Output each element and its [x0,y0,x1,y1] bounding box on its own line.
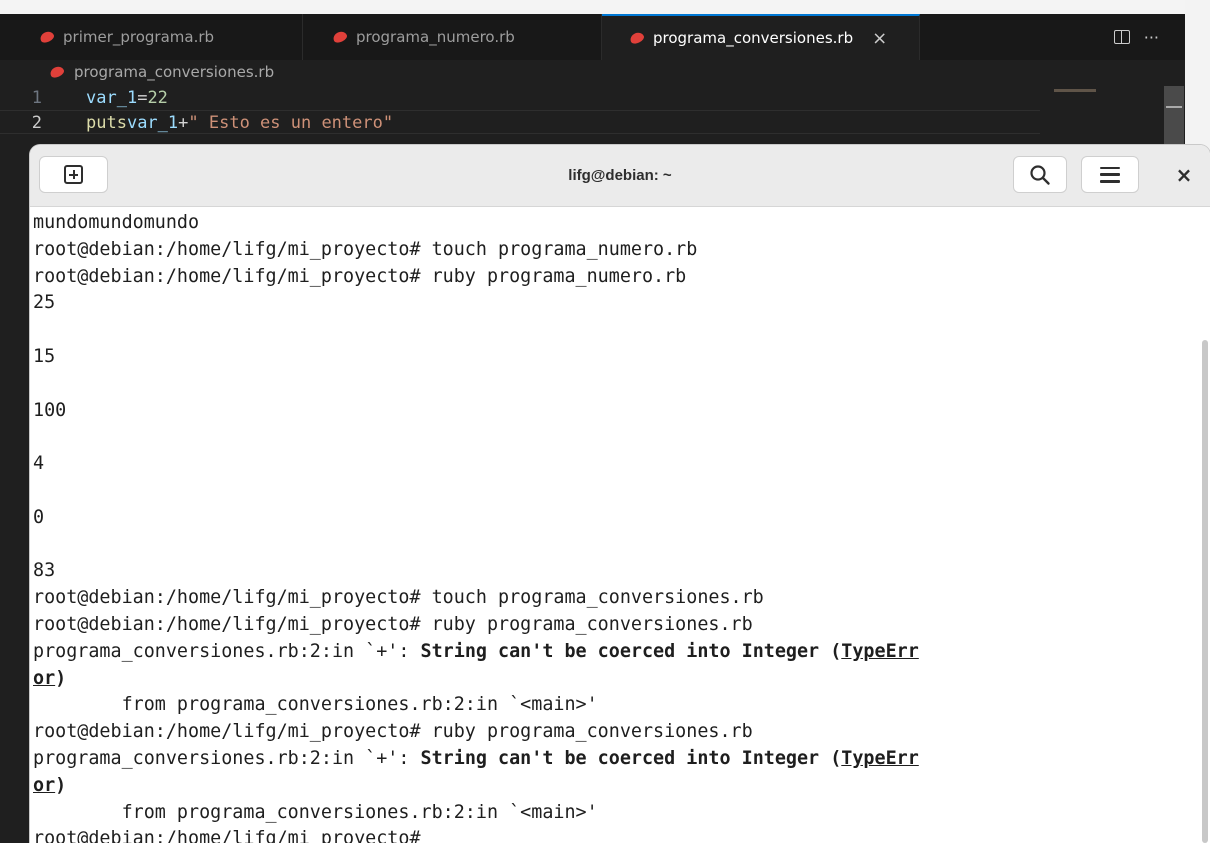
terminal-line: 0 [33,506,45,528]
terminal-line: root@debian:/home/lifg/mi_proyecto# touc… [33,587,764,609]
breadcrumb: programa_conversiones.rb [48,63,274,81]
menu-button[interactable] [1081,156,1139,193]
error-type: TypeErr [841,640,919,662]
error-message: String can't be coerced into Integer ( [420,747,842,769]
code-token-string: " Esto es un entero" [188,113,394,133]
code-area[interactable]: 1 var_1 = 22 2 puts var_1 + " Esto es un… [0,86,1040,134]
error-line: programa_conversiones.rb:2:in `+': Strin… [33,746,1203,773]
error-close-paren: ) [55,774,67,796]
terminal-line: 83 [33,560,56,582]
breadcrumb-file[interactable]: programa_conversiones.rb [74,63,274,81]
ruby-file-icon [48,64,66,80]
search-button[interactable] [1013,156,1067,193]
terminal-line: root@debian:/home/lifg/mi_proyecto# touc… [33,238,698,260]
new-tab-icon [64,165,83,184]
top-margin [0,0,1185,14]
tab-programa-numero[interactable]: programa_numero.rb [303,14,602,60]
tab-label: programa_conversiones.rb [653,29,854,47]
error-location: programa_conversiones.rb:2:in `+': [33,747,421,769]
ruby-file-icon [331,29,349,45]
error-trace-line: from programa_conversiones.rb:2:in `<mai… [33,801,598,823]
search-icon [1030,164,1050,185]
terminal-window: lifg@debian: ~ × mundomundomundo root@de… [30,145,1210,843]
tab-primer-programa[interactable]: primer_programa.rb [0,14,303,60]
code-token-variable: var_1 [86,88,138,108]
line-number: 1 [31,88,42,108]
terminal-scrollbar[interactable] [1202,340,1208,843]
error-type-wrap: or [33,774,56,796]
error-type: TypeErr [841,747,919,769]
tab-label: primer_programa.rb [63,28,215,46]
close-window-button[interactable]: × [1172,163,1196,187]
error-type-wrap: or [33,667,56,689]
editor-actions: ··· [1113,14,1185,60]
new-tab-button[interactable] [39,156,108,193]
terminal-headerbar: lifg@debian: ~ × [30,145,1210,207]
scrollbar-position-marker [1166,106,1182,108]
error-location: programa_conversiones.rb:2:in `+': [33,640,421,662]
code-line-current: 2 puts var_1 + " Esto es un entero" [0,110,1040,134]
error-line: programa_conversiones.rb:2:in `+': Strin… [33,639,1203,666]
code-token-number: 22 [147,88,168,108]
terminal-output[interactable]: mundomundomundo root@debian:/home/lifg/m… [33,210,1203,843]
more-actions-icon[interactable]: ··· [1144,28,1159,47]
error-line-wrap: or) [33,666,1203,693]
editor-tab-bar: primer_programa.rb programa_numero.rb pr… [0,14,1185,60]
prompt-line: root@debian:/home/lifg/mi_proyecto# [33,828,432,843]
ruby-file-icon [628,30,646,46]
terminal-line: 15 [33,345,56,367]
minimap[interactable] [1054,89,1096,92]
error-trace-line: from programa_conversiones.rb:2:in `<mai… [33,694,598,716]
tab-label: programa_numero.rb [356,28,515,46]
terminal-line: 100 [33,399,67,421]
close-tab-icon[interactable]: × [872,28,887,49]
ruby-file-icon [38,29,56,45]
terminal-line: root@debian:/home/lifg/mi_proyecto# ruby… [33,265,687,287]
code-token-variable: var_1 [126,113,179,133]
terminal-line: 4 [33,453,45,475]
terminal-line: 25 [33,292,56,314]
error-message: String can't be coerced into Integer ( [420,640,842,662]
line-number: 2 [31,113,42,133]
terminal-line: mundomundomundo [33,212,200,233]
hamburger-menu-icon [1100,166,1120,183]
terminal-line: root@debian:/home/lifg/mi_proyecto# ruby… [33,721,753,743]
code-token-operator: = [137,88,148,108]
error-line-wrap: or) [33,773,1203,800]
code-line: 1 var_1 = 22 [0,86,1040,110]
tab-programa-conversiones[interactable]: programa_conversiones.rb × [602,14,920,60]
editor-scrollbar[interactable] [1164,86,1184,146]
terminal-line: root@debian:/home/lifg/mi_proyecto# ruby… [33,613,753,635]
error-close-paren: ) [55,667,67,689]
split-editor-icon[interactable] [1113,30,1130,44]
code-token-operator: + [178,113,189,133]
code-token-function: puts [86,113,127,133]
